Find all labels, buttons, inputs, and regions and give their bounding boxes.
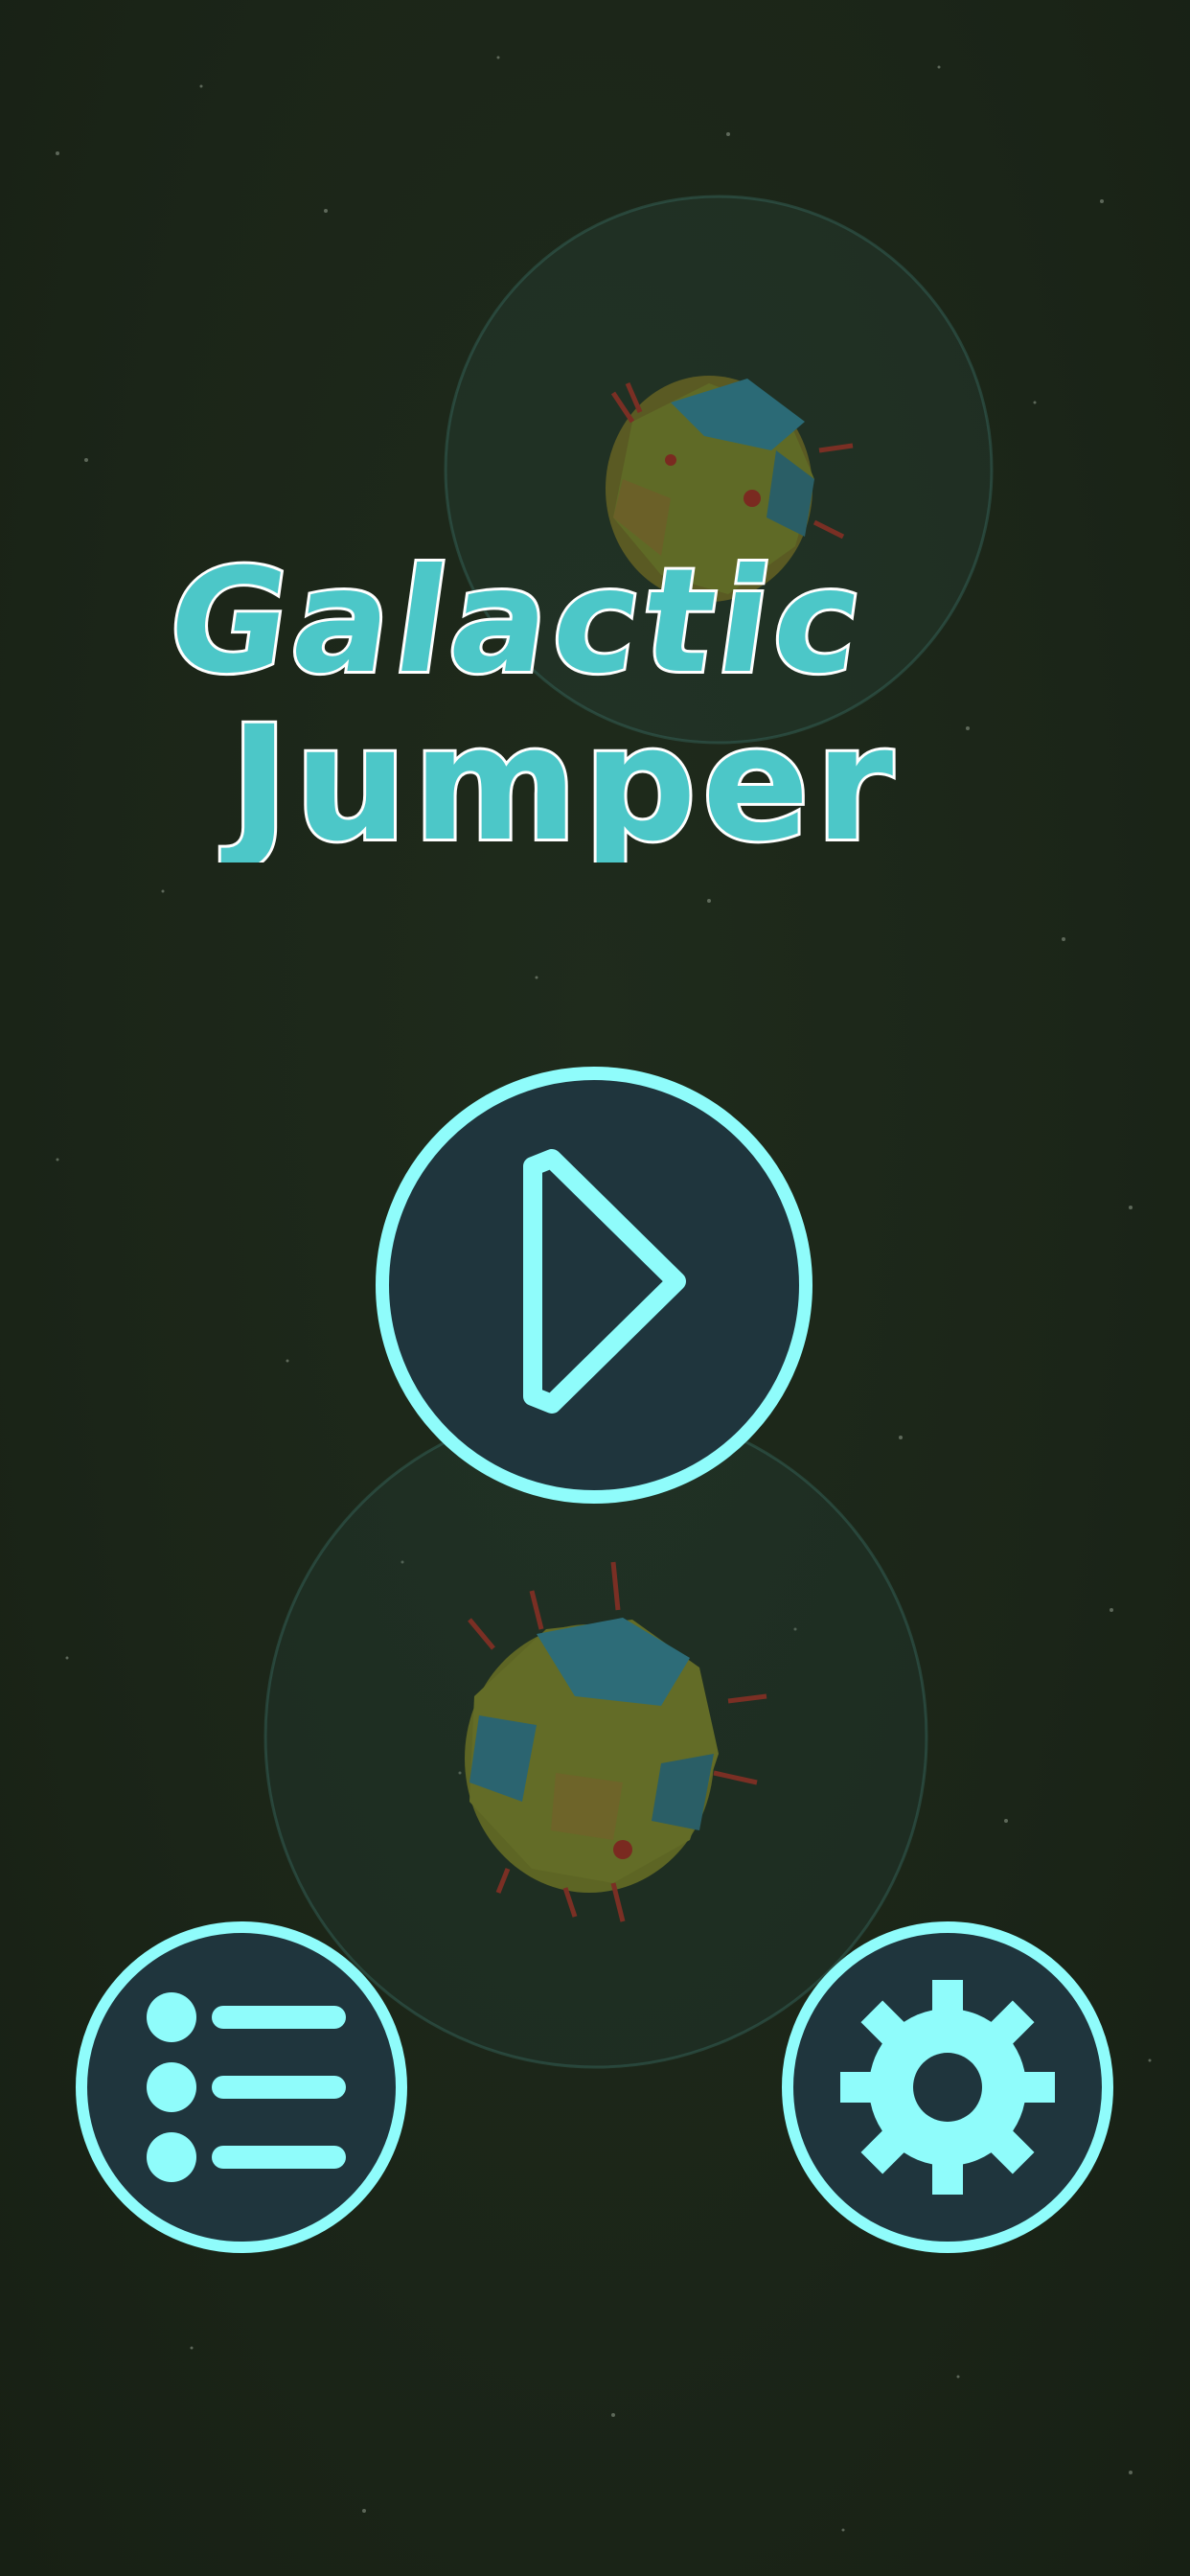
settings-button[interactable] [782, 1921, 1113, 2253]
game-main-menu: Galactic Jumper [0, 0, 1190, 2576]
title-line-2: Jumper [220, 692, 899, 862]
title-line-1: Galactic [158, 538, 877, 705]
gear-icon [840, 1980, 1055, 2195]
list-icon [147, 1992, 346, 2182]
menu-button[interactable] [76, 1921, 407, 2253]
play-icon [523, 1149, 686, 1414]
play-button[interactable] [376, 1067, 812, 1504]
game-title: Galactic Jumper [155, 537, 899, 862]
